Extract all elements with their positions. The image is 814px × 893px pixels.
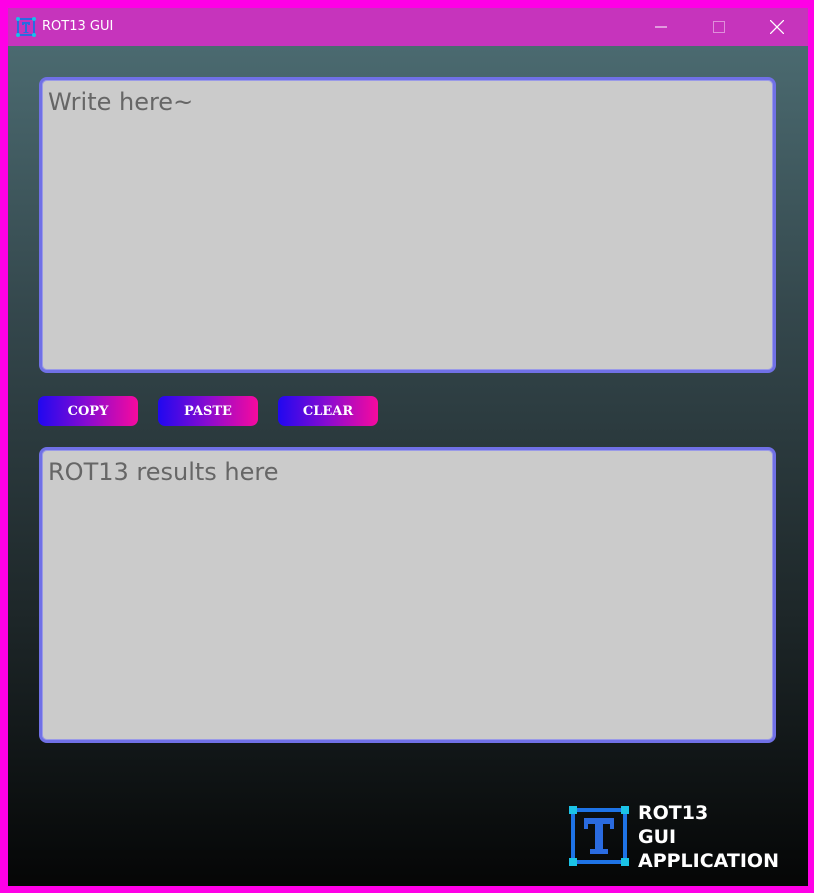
input-textarea[interactable] bbox=[39, 77, 776, 373]
logo-line-3: APPLICATION bbox=[638, 850, 779, 872]
close-button[interactable] bbox=[748, 8, 806, 46]
app-icon bbox=[16, 17, 36, 37]
minimize-icon bbox=[655, 26, 667, 28]
clear-button[interactable]: CLEAR bbox=[278, 396, 378, 426]
maximize-button[interactable] bbox=[690, 8, 748, 46]
logo-text: ROT13 GUI APPLICATION bbox=[638, 801, 779, 873]
paste-button[interactable]: PASTE bbox=[158, 396, 258, 426]
title-bar[interactable]: ROT13 GUI bbox=[8, 8, 808, 46]
copy-button[interactable]: COPY bbox=[38, 396, 138, 426]
app-window: ROT13 GUI COPY PASTE CLEAR ROT13 GUI APP… bbox=[8, 8, 808, 886]
logo-line-2: GUI bbox=[638, 826, 677, 848]
window-title: ROT13 GUI bbox=[42, 19, 114, 34]
close-icon bbox=[770, 20, 784, 34]
minimize-button[interactable] bbox=[632, 8, 690, 46]
maximize-icon bbox=[713, 21, 725, 33]
output-textarea[interactable] bbox=[39, 447, 776, 743]
logo-line-1: ROT13 bbox=[638, 802, 709, 824]
t-letter-logo-icon bbox=[569, 806, 629, 866]
